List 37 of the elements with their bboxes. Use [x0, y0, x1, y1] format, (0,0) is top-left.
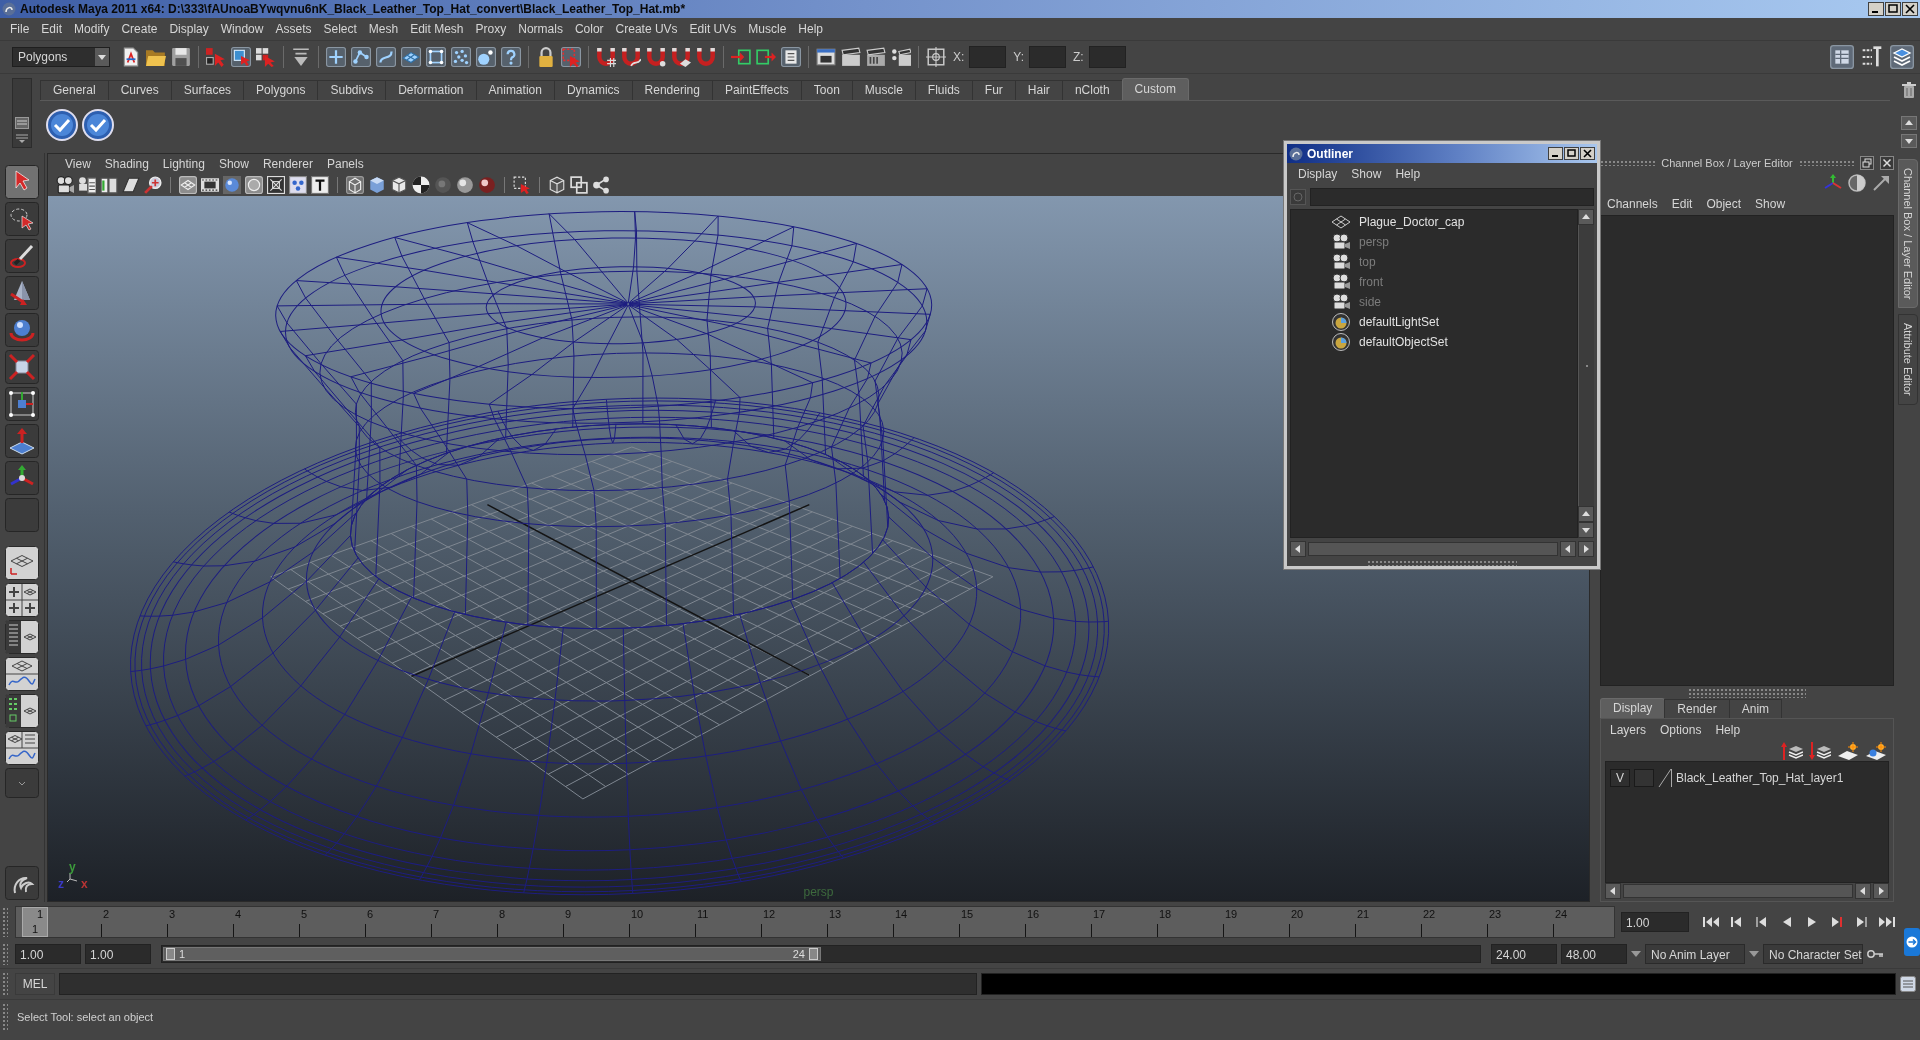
- camera-name-label: persp: [803, 885, 834, 899]
- frame-number: 17: [1093, 908, 1106, 920]
- range-start-label: 1: [179, 948, 186, 960]
- frame-number: 3: [169, 908, 176, 920]
- frame-number: 19: [1225, 908, 1238, 920]
- frame-number: 2: [103, 908, 110, 920]
- frame-number: 6: [367, 908, 374, 920]
- frame-number: 7: [433, 908, 440, 920]
- frame-number: 11: [697, 908, 709, 920]
- frame-number: 10: [631, 908, 644, 920]
- panel-title: Channel Box / Layer Editor: [1661, 157, 1793, 169]
- axis-label: x: [81, 878, 88, 890]
- help-line-text: Select Tool: select an object: [17, 1011, 154, 1023]
- frame-number: 9: [565, 908, 572, 920]
- coordinate-label: Z:: [1073, 50, 1084, 64]
- frame-number: 15: [961, 908, 974, 920]
- coordinate-label: Y:: [1013, 50, 1025, 64]
- axis-label: z: [58, 878, 64, 890]
- frame-number: 12: [763, 908, 776, 920]
- frame-number: 13: [829, 908, 842, 920]
- frame-number: 20: [1291, 908, 1304, 920]
- frame-number: 1: [37, 908, 44, 920]
- frame-number: 23: [1489, 908, 1502, 920]
- frame-number: 18: [1159, 908, 1172, 920]
- frame-number: 5: [301, 908, 308, 920]
- window-title: Autodesk Maya 2011 x64: D:\333\fAUnoaBYwqvnu6nK_Black_Leather_Top_Hat_convert\Black_Leather_Top_Hat.mb*: [20, 2, 686, 16]
- frame-number: 24: [1555, 908, 1568, 920]
- coordinate-label: X:: [953, 50, 965, 64]
- frame-number: 14: [895, 908, 908, 920]
- frame-number: 22: [1423, 908, 1436, 920]
- frame-number: 21: [1357, 908, 1370, 920]
- window-title: Outliner: [1307, 146, 1353, 161]
- frame-number: 16: [1027, 908, 1040, 920]
- range-end-label: 24: [792, 948, 805, 960]
- axis-label: y: [69, 861, 76, 873]
- frame-number: 8: [499, 908, 506, 920]
- frame-number: 4: [235, 908, 242, 920]
